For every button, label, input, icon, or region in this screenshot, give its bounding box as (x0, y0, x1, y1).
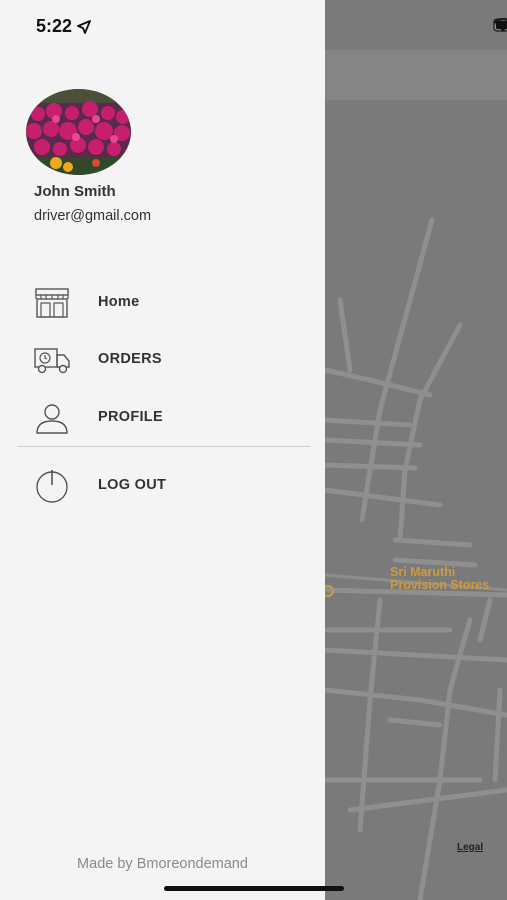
menu-item-orders[interactable]: ORDERS (0, 335, 325, 385)
menu-item-home-label: Home (98, 294, 140, 310)
map-legal-link[interactable]: Legal (457, 842, 483, 853)
location-arrow-icon (77, 19, 91, 34)
status-time-text: 5:22 (36, 16, 73, 36)
map-place-line2: Provision Stores (390, 578, 490, 592)
map-header-bar (325, 50, 507, 100)
avatar[interactable] (26, 89, 131, 175)
footer-credit: Made by Bmoreondemand (77, 856, 248, 872)
map-place-label[interactable]: Sri Maruthi Provision Stores (390, 566, 489, 592)
navigation-drawer: 5:22 John Smith driver@gmail.com Home OR… (0, 0, 325, 900)
user-icon (36, 404, 68, 434)
menu-item-profile[interactable]: PROFILE (0, 393, 325, 443)
profile-email: driver@gmail.com (34, 208, 152, 224)
home-indicator[interactable] (164, 886, 344, 891)
battery-icon (493, 18, 507, 32)
menu-item-profile-label: PROFILE (98, 409, 163, 425)
power-icon (36, 470, 68, 503)
menu-item-orders-label: ORDERS (98, 351, 162, 367)
store-icon (35, 288, 69, 318)
menu-divider (17, 446, 310, 447)
delivery-truck-icon (34, 348, 70, 374)
profile-name: John Smith (34, 183, 116, 200)
menu-item-home[interactable]: Home (0, 278, 325, 328)
avatar-flowers-image (26, 89, 131, 175)
status-time: 5:22 (36, 16, 91, 37)
menu-item-logout[interactable]: LOG OUT (0, 461, 325, 511)
menu-item-logout-label: LOG OUT (98, 477, 167, 493)
